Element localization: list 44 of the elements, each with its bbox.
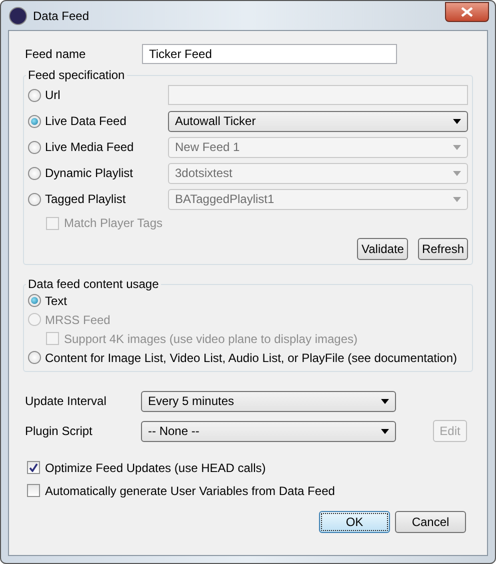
radio-label: Url: [45, 88, 62, 102]
checkbox[interactable]: [27, 484, 40, 497]
group-title: Feed specification: [26, 68, 127, 82]
close-button[interactable]: [445, 2, 489, 22]
radio-button[interactable]: [28, 114, 41, 128]
radio-label: Live Media Feed: [45, 140, 135, 154]
radio-button[interactable]: [28, 294, 41, 307]
radio-button[interactable]: [28, 88, 41, 102]
dropdown[interactable]: -- None --: [141, 420, 396, 442]
field-label: Plugin Script: [25, 424, 94, 438]
window-title: Data Feed: [33, 8, 90, 22]
radio-button[interactable]: [28, 140, 41, 154]
button[interactable]: Cancel: [395, 511, 466, 533]
caret-icon: [453, 144, 461, 150]
button[interactable]: OK: [319, 511, 390, 533]
caret-icon: [453, 196, 461, 202]
checkbox-label: Optimize Feed Updates (use HEAD calls): [45, 460, 266, 474]
radio-button[interactable]: [28, 166, 41, 180]
caret-icon: [381, 428, 389, 434]
radio-label: Live Data Feed: [45, 114, 128, 128]
checkbox[interactable]: [27, 461, 40, 474]
caret-icon: [453, 170, 461, 176]
caret-icon: [453, 118, 461, 124]
dropdown[interactable]: Every 5 minutes: [141, 390, 396, 412]
field-label: Feed name: [25, 47, 87, 61]
dropdown[interactable]: Autowall Ticker: [168, 110, 468, 132]
field-label: Update Interval: [25, 394, 108, 408]
checkbox-label: Match Player Tags: [64, 216, 162, 230]
checkbox-label: Support 4K images (use video plane to display images): [64, 332, 358, 346]
radio-label: Text: [45, 294, 68, 308]
radio-label: Content for Image List, Video List, Audio List, or PlayFile (see documentation): [45, 350, 457, 364]
radio-label: Dynamic Playlist: [45, 166, 134, 180]
button[interactable]: Refresh: [418, 238, 468, 260]
group-title: Data feed content usage: [26, 277, 161, 291]
radio-button[interactable]: [28, 351, 41, 364]
app-icon: [9, 6, 27, 24]
close-icon: [461, 6, 473, 16]
radio-button[interactable]: [28, 192, 41, 206]
radio-label: Tagged Playlist: [45, 192, 127, 206]
caret-icon: [381, 398, 389, 404]
checkbox-label: Automatically generate User Variables from Data Feed: [45, 484, 335, 498]
button[interactable]: Validate: [357, 238, 408, 260]
text-field[interactable]: Ticker Feed: [142, 44, 397, 64]
radio-label: MRSS Feed: [45, 312, 110, 326]
